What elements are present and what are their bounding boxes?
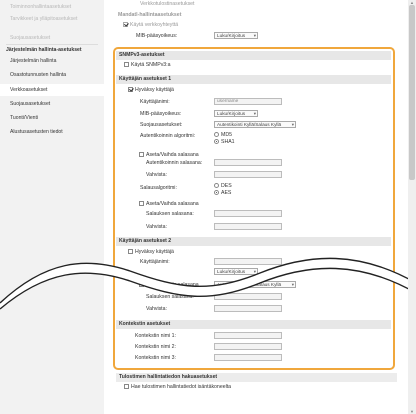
sidebar-item-function-settings[interactable]: Toiminnonhallintaasetukset	[0, 1, 104, 13]
context-name-1-label: Kontekstin nimi 1:	[135, 333, 176, 339]
retrieve-printer-info-label: Hae tulostimen hallintatiedot isäntäkone…	[131, 384, 232, 390]
sidebar-item-import-export[interactable]: Tuonti/Vienti	[0, 112, 104, 124]
sidebar-item-network-settings[interactable]: Verkkoasetukset	[0, 84, 104, 96]
user1-auth-sha1-radio[interactable]	[214, 139, 219, 144]
user1-auth-md5-radio[interactable]	[214, 132, 219, 137]
user1-enc-alg-label: Salausalgoritmi:	[140, 185, 177, 191]
sidebar-item-security-top[interactable]: Suojausasetukset	[0, 32, 104, 44]
user1-auth-confirm-input[interactable]	[214, 171, 282, 178]
scroll-down-icon[interactable]: ▼	[409, 409, 415, 414]
sidebar-heading: Järjestelmän hallinta-asetukset	[6, 47, 82, 53]
scroll-thumb[interactable]	[409, 5, 415, 180]
user1-mib-label: MIB-pääsyoikeus:	[140, 111, 182, 117]
user1-enc-confirm-label: Vahvista:	[146, 224, 167, 230]
enable-snmpv3-checkbox[interactable]	[124, 62, 129, 67]
sidebar-item-init-settings[interactable]: Alustusasetusten tiedot	[0, 126, 104, 138]
user1-set-enc-pw-label: Aseta/Vaihda salasana	[146, 201, 199, 207]
mib-access-label-top: MIB-pääsyoikeus:	[136, 33, 178, 39]
snmpv3-section-header: SNMPv3-asetukset	[116, 51, 391, 60]
user1-enc-aes-label: AES	[221, 190, 232, 196]
page-break-wave	[0, 257, 416, 310]
user1-enc-pw-input[interactable]	[214, 210, 282, 217]
sidebar-item-supplies[interactable]: Tarvikkeet ja ylläpitoasetukset	[0, 13, 104, 25]
user1-section-header: Käyttäjän asetukset 1	[116, 75, 391, 84]
network-access-label: Käytä verkkoyhteyttä	[130, 22, 179, 28]
user1-security-label: Suojausasetukset:	[140, 122, 183, 128]
user1-security-select[interactable]: Autentikointi Kyllä/Salaus Kyllä ▾	[214, 121, 296, 128]
mgmt-heading: Mandatl-hallintaasetukset	[118, 12, 182, 18]
user1-username-label: Käyttäjänimi:	[140, 99, 170, 105]
sidebar-item-security-settings[interactable]: Suojausasetukset	[0, 98, 104, 110]
context-name-3-label: Kontekstin nimi 3:	[135, 355, 176, 361]
user1-auth-confirm-label: Vahvista:	[146, 172, 167, 178]
mib-access-select-top[interactable]: Luku/Kirjoitus ▾	[214, 32, 258, 39]
user1-set-auth-pw-label: Aseta/Vaihda salasana	[146, 152, 199, 158]
user1-enc-aes-radio[interactable]	[214, 190, 219, 195]
retrieve-printer-info-checkbox[interactable]	[124, 384, 129, 389]
user1-auth-alg-label: Autentikoinnin algoritmi:	[140, 133, 196, 139]
user1-enable-checkbox[interactable]	[128, 87, 133, 92]
sidebar: Toiminnonhallintaasetukset Tarvikkeet ja…	[0, 0, 104, 414]
user1-set-enc-pw-checkbox[interactable]	[139, 201, 144, 206]
user1-enc-pw-label: Salauksen salasana:	[146, 211, 194, 217]
context-section-header: Kontekstin asetukset	[116, 320, 391, 329]
context-name-3-input[interactable]	[214, 354, 282, 361]
user1-auth-pw-label: Autentikoinnin salasana:	[146, 160, 203, 166]
user1-username-input[interactable]: username	[214, 98, 282, 105]
context-name-1-input[interactable]	[214, 332, 282, 339]
user1-mib-select[interactable]: Luku/Kirjoitus ▾	[214, 110, 258, 117]
faded-title: Verkkotulostinasetukset	[140, 1, 195, 7]
user1-enc-des-radio[interactable]	[214, 183, 219, 188]
user1-auth-pw-input[interactable]	[214, 159, 282, 166]
vertical-scrollbar[interactable]: ▲ ▼	[408, 0, 416, 414]
context-name-2-input[interactable]	[214, 343, 282, 350]
enable-snmpv3-label: Käytä SNMPv3:a	[131, 62, 171, 68]
network-access-checkbox[interactable]	[123, 22, 128, 27]
user1-enc-confirm-input[interactable]	[214, 223, 282, 230]
sidebar-item-system-management[interactable]: Järjestelmän hallinta	[0, 55, 104, 67]
context-name-2-label: Kontekstin nimi 2:	[135, 344, 176, 350]
user1-enc-des-label: DES	[221, 183, 232, 189]
printer-info-section-header: Tulostimen hallintatiedon hakuasetukset	[116, 373, 397, 382]
user1-auth-md5-label: MD5	[221, 132, 232, 138]
user1-set-auth-pw-checkbox[interactable]	[139, 152, 144, 157]
user1-auth-sha1-label: SHA1	[221, 139, 235, 145]
sidebar-item-department-id[interactable]: Osastotunnusten hallinta	[0, 69, 104, 81]
user1-enable-label: Hyväksy käyttäjä	[135, 87, 174, 93]
